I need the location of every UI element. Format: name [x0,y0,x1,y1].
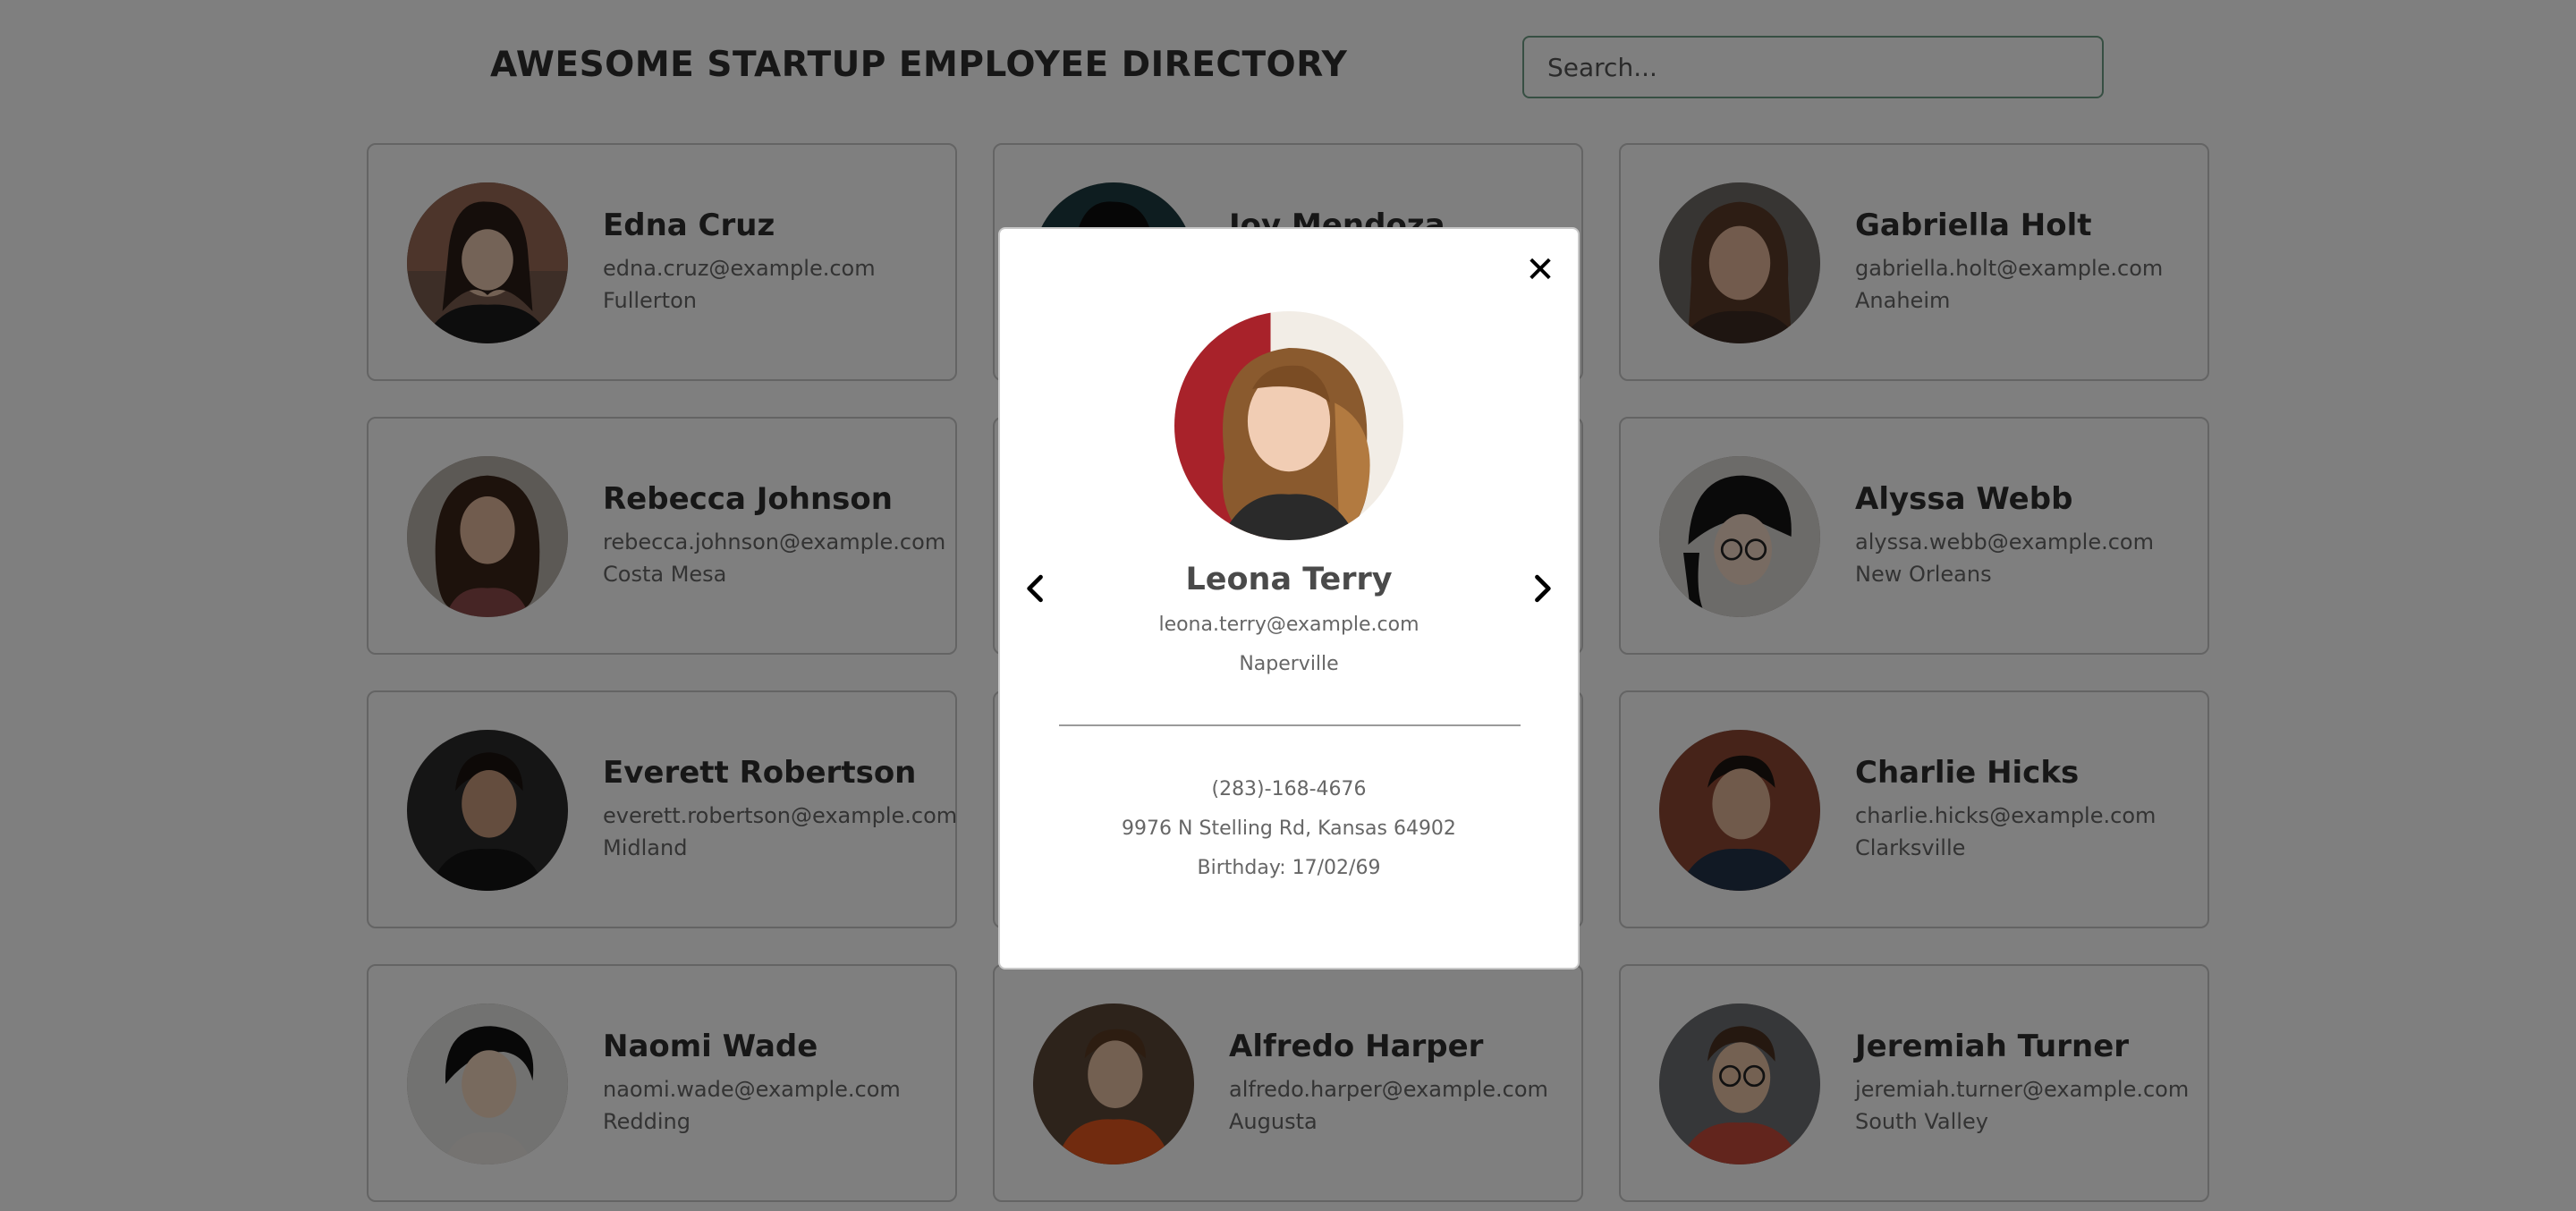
modal-phone: (283)-168-4676 [1211,778,1367,800]
close-icon[interactable]: ✕ [1522,252,1558,288]
modal-birthday: Birthday: 17/02/69 [1197,857,1381,879]
modal-name: Leona Terry [1185,562,1393,597]
modal-avatar [1174,311,1403,540]
modal-city: Naperville [1239,653,1339,675]
employee-modal: ✕ Leona Terry leona.terry@example.com Na… [998,227,1580,970]
employee-directory-page: AWESOME STARTUP EMPLOYEE DIRECTORY Edna … [0,0,2576,1211]
modal-email: leona.terry@example.com [1158,614,1419,636]
modal-divider [1059,724,1521,726]
modal-address: 9976 N Stelling Rd, Kansas 64902 [1122,817,1456,840]
